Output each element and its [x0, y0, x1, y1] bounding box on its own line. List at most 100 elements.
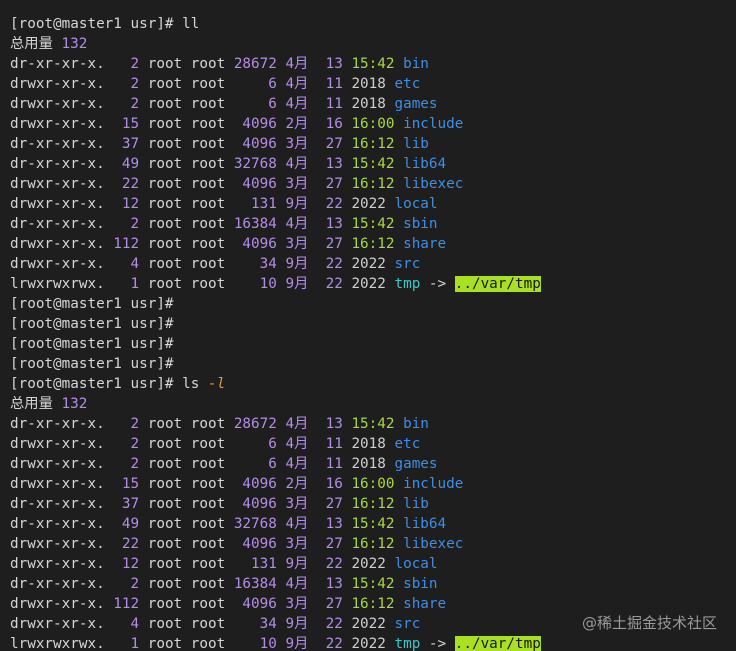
day: 22 [325, 616, 343, 632]
owner: root [147, 76, 183, 92]
permissions: drwxr-xr-x. [10, 196, 105, 212]
permissions: dr-xr-xr-x. [10, 216, 105, 232]
owner: root [147, 436, 183, 452]
time-or-year: 2022 [351, 196, 386, 212]
month: 3月 [285, 236, 309, 252]
file-size: 32768 [233, 516, 277, 532]
day: 27 [325, 176, 343, 192]
time-or-year: 16:12 [351, 596, 395, 612]
permissions: drwxr-xr-x. [10, 116, 105, 132]
day: 27 [325, 536, 343, 552]
listing-row: lrwxrwxrwx. 1 root root 10 9月 22 2022 tm… [10, 274, 736, 294]
total-line: 总用量 132 [10, 34, 736, 54]
owner: root [147, 236, 183, 252]
prompt-line: [root@master1 usr]# ls -l [10, 374, 736, 394]
file-name: share [403, 236, 447, 252]
link-count: 2 [113, 456, 140, 472]
owner: root [147, 576, 183, 592]
permissions: drwxr-xr-x. [10, 176, 105, 192]
link-count: 37 [113, 496, 140, 512]
group: root [190, 516, 226, 532]
file-size: 6 [233, 436, 277, 452]
file-size: 131 [233, 556, 277, 572]
group: root [190, 56, 226, 72]
file-name: include [403, 116, 464, 132]
listing-row: drwxr-xr-x. 2 root root 6 4月 11 2018 gam… [10, 94, 736, 114]
prompt: [root@master1 usr]# [10, 356, 174, 372]
link-count: 49 [113, 516, 140, 532]
group: root [190, 156, 226, 172]
month: 4月 [285, 96, 309, 112]
permissions: drwxr-xr-x. [10, 236, 105, 252]
partial-line-top [10, 0, 736, 14]
month: 9月 [285, 616, 309, 632]
permissions: drwxr-xr-x. [10, 76, 105, 92]
month: 9月 [285, 276, 309, 292]
file-size: 131 [233, 196, 277, 212]
day: 27 [325, 496, 343, 512]
listing-row: dr-xr-xr-x. 2 root root 28672 4月 13 15:4… [10, 54, 736, 74]
owner: root [147, 516, 183, 532]
listing-row: drwxr-xr-x. 2 root root 6 4月 11 2018 etc [10, 74, 736, 94]
terminal-window[interactable]: [root@master1 usr]# ll 总用量 132 dr-xr-xr-x.… [0, 0, 736, 651]
file-size: 10 [233, 636, 277, 651]
owner: root [147, 96, 183, 112]
link-count: 12 [113, 196, 140, 212]
file-size: 6 [233, 76, 277, 92]
permissions: drwxr-xr-x. [10, 456, 105, 472]
time-or-year: 16:12 [351, 236, 395, 252]
permissions: dr-xr-xr-x. [10, 576, 105, 592]
file-size: 32768 [233, 156, 277, 172]
day: 16 [325, 116, 343, 132]
file-size: 4096 [233, 596, 277, 612]
watermark: @稀土掘金技术社区 [581, 614, 717, 632]
group: root [190, 576, 226, 592]
permissions: drwxr-xr-x. [10, 436, 105, 452]
day: 22 [325, 556, 343, 572]
time-or-year: 16:00 [351, 116, 395, 132]
listing-row: drwxr-xr-x. 15 root root 4096 2月 16 16:0… [10, 114, 736, 134]
permissions: drwxr-xr-x. [10, 556, 105, 572]
link-count: 1 [113, 276, 140, 292]
permissions: dr-xr-xr-x. [10, 416, 105, 432]
listing-row: dr-xr-xr-x. 2 root root 16384 4月 13 15:4… [10, 574, 736, 594]
symlink-arrow: -> [428, 276, 447, 292]
listing-row: drwxr-xr-x. 12 root root 131 9月 22 2022 … [10, 194, 736, 214]
owner: root [147, 416, 183, 432]
listing-row: drwxr-xr-x. 4 root root 34 9月 22 2022 sr… [10, 254, 736, 274]
file-name: libexec [403, 536, 464, 552]
file-name: src [394, 616, 421, 632]
file-size: 10 [233, 276, 277, 292]
total-line: 总用量 132 [10, 394, 736, 414]
listing-row: dr-xr-xr-x. 49 root root 32768 4月 13 15:… [10, 514, 736, 534]
file-name: bin [403, 416, 429, 432]
group: root [190, 616, 226, 632]
file-name: local [394, 556, 438, 572]
prompt: [root@master1 usr]# [10, 376, 174, 392]
month: 9月 [285, 636, 309, 651]
listing-row: drwxr-xr-x. 12 root root 131 9月 22 2022 … [10, 554, 736, 574]
time-or-year: 15:42 [351, 156, 395, 172]
prompt-line: [root@master1 usr]# ll [10, 14, 736, 34]
permissions: drwxr-xr-x. [10, 596, 105, 612]
listing-row: dr-xr-xr-x. 2 root root 16384 4月 13 15:4… [10, 214, 736, 234]
time-or-year: 2018 [351, 456, 386, 472]
file-size: 4096 [233, 496, 277, 512]
file-size: 28672 [233, 416, 277, 432]
month: 3月 [285, 596, 309, 612]
group: root [190, 496, 226, 512]
day: 27 [325, 236, 343, 252]
permissions: dr-xr-xr-x. [10, 516, 105, 532]
owner: root [147, 216, 183, 232]
owner: root [147, 616, 183, 632]
permissions: dr-xr-xr-x. [10, 136, 105, 152]
file-size: 4096 [233, 236, 277, 252]
time-or-year: 2022 [351, 276, 386, 292]
month: 4月 [285, 456, 309, 472]
month: 9月 [285, 196, 309, 212]
total-value: 132 [61, 396, 88, 412]
time-or-year: 15:42 [351, 576, 395, 592]
file-name: tmp [394, 276, 421, 292]
time-or-year: 2018 [351, 76, 386, 92]
day: 22 [325, 256, 343, 272]
